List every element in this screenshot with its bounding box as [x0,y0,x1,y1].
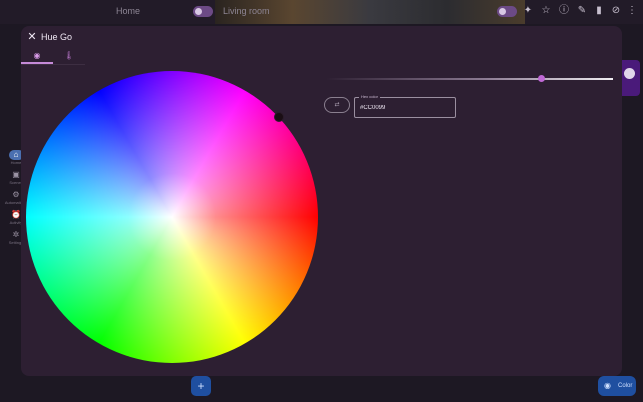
delete-icon[interactable]: ▮ [593,5,605,17]
info-icon[interactable]: ⓘ [558,5,570,17]
star-icon[interactable]: ☆ [540,5,552,17]
color-wheel[interactable] [26,71,318,363]
color-button[interactable]: ◉ Color [598,376,636,396]
scene-icon[interactable]: ✦ [522,5,534,17]
close-icon[interactable]: ✕ [26,31,38,43]
gear-icon: ✲ [12,230,20,239]
color-button-label: Color [618,383,633,389]
eye-off-icon[interactable]: ⊘ [610,5,622,17]
palette-icon: ◉ [33,51,41,60]
home-toggle[interactable] [193,6,213,17]
tab-color[interactable]: ◉ [21,50,53,64]
hex-color-field[interactable]: Hex color [354,94,456,118]
hex-color-label: Hex color [359,94,380,100]
scenes-icon: ▣ [12,170,20,179]
thermometer-icon: 🌡︎ [64,51,75,60]
color-dialog: ✕ Hue Go ◉ 🌡︎ ⇄ Hex color [21,26,622,376]
brightness-slider[interactable] [326,78,613,80]
dialog-title: Hue Go [41,32,73,42]
add-button[interactable]: + [191,376,211,396]
alarm-icon: ⏰ [11,210,21,219]
palette-icon: ◉ [604,381,611,390]
swap-button[interactable]: ⇄ [324,97,350,113]
hex-color-input[interactable] [360,102,448,113]
living-room-label[interactable]: Living room [223,6,270,16]
brightness-slider-thumb[interactable] [538,75,546,82]
tabs-divider [21,64,85,65]
home-label[interactable]: Home [116,6,140,16]
living-room-toggle[interactable] [497,6,517,17]
more-vert-icon[interactable]: ⋮ [626,5,638,17]
edit-icon[interactable]: ✎ [576,5,588,17]
tab-temperature[interactable]: 🌡︎ [53,50,85,64]
automations-icon: ⚙ [12,190,20,199]
